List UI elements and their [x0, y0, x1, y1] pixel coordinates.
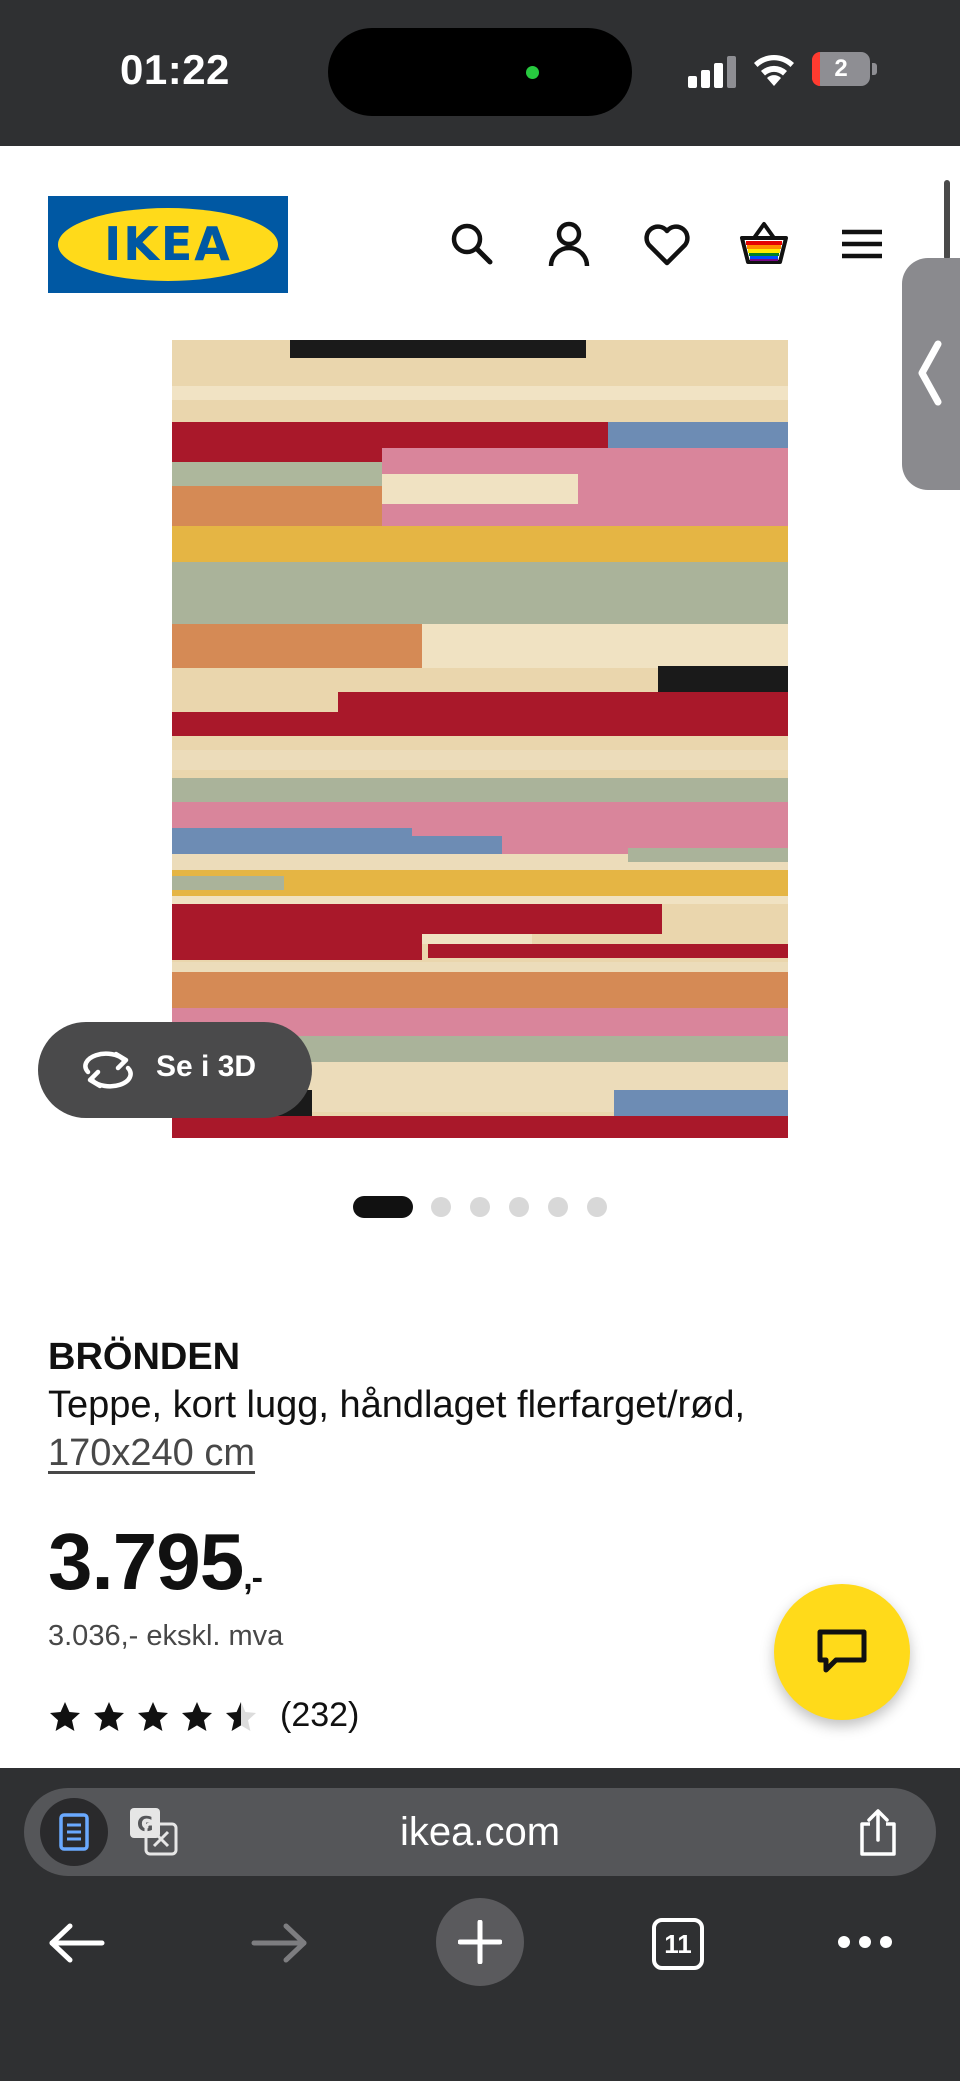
carousel-dot[interactable]: [548, 1197, 568, 1217]
product-price: 3.795,-: [48, 1516, 263, 1608]
battery-indicator: 2: [812, 52, 877, 86]
scroll-indicator: [944, 180, 950, 260]
plus-icon: [458, 1920, 502, 1964]
product-size-link[interactable]: 170x240 cm: [48, 1432, 255, 1475]
browser-toolbar: G ikea.com 11: [0, 1768, 960, 2081]
star-half-icon: [226, 1702, 256, 1731]
new-tab-button[interactable]: [436, 1898, 524, 1986]
carousel-dot-active[interactable]: [353, 1196, 413, 1218]
account-icon[interactable]: [543, 218, 595, 270]
status-bar: 01:22 2: [0, 0, 960, 146]
price-suffix: ,-: [243, 1559, 263, 1597]
logo-text: IKEA: [104, 217, 232, 271]
star-full-icon: [94, 1702, 124, 1731]
camera-indicator: [526, 66, 539, 79]
carousel-dot[interactable]: [587, 1197, 607, 1217]
basket-icon[interactable]: [738, 218, 790, 270]
url-text: ikea.com: [399, 1810, 561, 1854]
chat-icon: [817, 1629, 867, 1673]
carousel-dot[interactable]: [431, 1197, 451, 1217]
carousel-indicator: [0, 1196, 960, 1218]
price-value: 3.795: [48, 1517, 244, 1606]
signal-icon: [688, 56, 736, 88]
carousel-dot[interactable]: [470, 1197, 490, 1217]
more-icon[interactable]: [836, 1934, 894, 1950]
carousel-dot[interactable]: [509, 1197, 529, 1217]
side-panel-tab[interactable]: [902, 258, 960, 490]
tabs-button[interactable]: 11: [652, 1918, 704, 1970]
ikea-logo[interactable]: IKEA: [48, 196, 288, 293]
price-excl-vat: 3.036,- ekskl. mva: [48, 1620, 284, 1652]
rotate-3d-icon: [83, 1051, 133, 1089]
battery-level: 2: [834, 55, 848, 82]
address-bar[interactable]: G ikea.com: [24, 1788, 936, 1876]
heart-icon[interactable]: [641, 218, 693, 270]
view-3d-label: Se i 3D: [156, 1050, 257, 1083]
chat-button[interactable]: [774, 1584, 910, 1720]
chevron-left-icon: [918, 340, 942, 406]
dynamic-island: [328, 28, 632, 116]
back-arrow-icon[interactable]: [48, 1922, 106, 1964]
menu-icon[interactable]: [836, 218, 888, 270]
star-full-icon: [138, 1702, 168, 1731]
product-description: Teppe, kort lugg, håndlaget flerfarget/r…: [48, 1384, 746, 1426]
product-image[interactable]: [172, 340, 788, 1138]
view-3d-button[interactable]: Se i 3D: [38, 1022, 312, 1118]
star-full-icon: [182, 1702, 212, 1731]
search-icon[interactable]: [446, 218, 498, 270]
forward-arrow-icon: [251, 1923, 307, 1963]
share-icon[interactable]: [856, 1808, 900, 1858]
status-time: 01:22: [120, 46, 230, 93]
review-count[interactable]: (232): [280, 1696, 359, 1735]
star-full-icon: [50, 1702, 80, 1731]
product-name: BRÖNDEN: [48, 1336, 241, 1378]
wifi-icon: [754, 55, 794, 86]
